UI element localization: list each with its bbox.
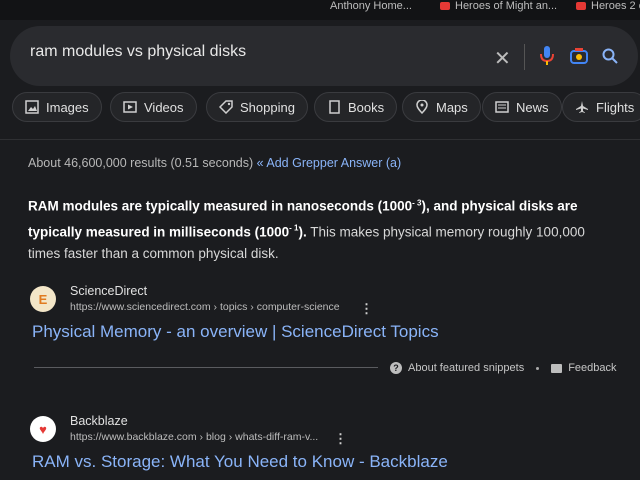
- more-options-icon[interactable]: ⋮: [360, 301, 373, 317]
- grepper-link[interactable]: « Add Grepper Answer (a): [257, 156, 402, 170]
- search-box[interactable]: ram modules vs physical disks ✕: [10, 26, 638, 86]
- news-icon: [495, 101, 509, 113]
- search-icon[interactable]: [602, 48, 618, 69]
- feedback-icon: [551, 363, 563, 373]
- bookmark-anthony-home[interactable]: Anthony Home...: [330, 0, 412, 12]
- feedback-link[interactable]: Feedback: [568, 362, 616, 374]
- help-icon: ?: [390, 362, 402, 374]
- video-icon: [123, 101, 137, 113]
- bookmark-heroes-2[interactable]: Heroes 2 o: [576, 0, 640, 12]
- results-stats: About 46,600,000 results (0.51 seconds) …: [28, 156, 402, 170]
- youtube-icon: [440, 2, 450, 10]
- tab-videos[interactable]: Videos: [110, 92, 197, 122]
- separator-dot: [536, 366, 540, 370]
- more-options-icon[interactable]: ⋮: [334, 431, 347, 447]
- close-icon[interactable]: ✕: [494, 46, 511, 71]
- tab-maps[interactable]: Maps: [402, 92, 481, 122]
- snippet-footer: ? About featured snippets Feedback: [390, 362, 617, 374]
- youtube-icon: [576, 2, 586, 10]
- book-icon: [329, 100, 340, 114]
- result-source-name[interactable]: ScienceDirect: [70, 284, 147, 298]
- search-divider: [524, 44, 525, 70]
- search-tabs: Images Videos Shopping Books Maps News F…: [10, 92, 640, 128]
- result-title-link[interactable]: Physical Memory - an overview | ScienceD…: [32, 322, 439, 342]
- sciencedirect-favicon-icon: E: [30, 286, 56, 312]
- backblaze-favicon-icon: ♥: [30, 416, 56, 442]
- bookmarks-bar: Anthony Home... Heroes of Might an... He…: [0, 0, 640, 20]
- result-url[interactable]: https://www.backblaze.com › blog › whats…: [70, 431, 318, 443]
- header-divider: [0, 139, 640, 140]
- search-input[interactable]: ram modules vs physical disks: [30, 43, 246, 61]
- bookmark-heroes-might[interactable]: Heroes of Might an...: [440, 0, 557, 12]
- featured-snippet: RAM modules are typically measured in na…: [28, 198, 585, 261]
- about-featured-snippets-link[interactable]: About featured snippets: [408, 362, 524, 374]
- map-pin-icon: [416, 100, 428, 114]
- image-icon: [25, 100, 39, 114]
- result-source-name[interactable]: Backblaze: [70, 414, 128, 428]
- camera-icon[interactable]: [570, 48, 588, 69]
- result-title-link[interactable]: RAM vs. Storage: What You Need to Know -…: [32, 452, 448, 472]
- result-url[interactable]: https://www.sciencedirect.com › topics ›…: [70, 301, 340, 313]
- tab-books[interactable]: Books: [314, 92, 398, 122]
- tag-icon: [219, 100, 233, 114]
- snippet-divider: [34, 367, 378, 368]
- mic-icon[interactable]: [540, 46, 554, 71]
- tab-news[interactable]: News: [482, 92, 562, 122]
- tab-flights[interactable]: Flights: [562, 92, 640, 122]
- tab-images[interactable]: Images: [12, 92, 102, 122]
- plane-icon: [576, 101, 588, 113]
- tab-shopping[interactable]: Shopping: [206, 92, 308, 122]
